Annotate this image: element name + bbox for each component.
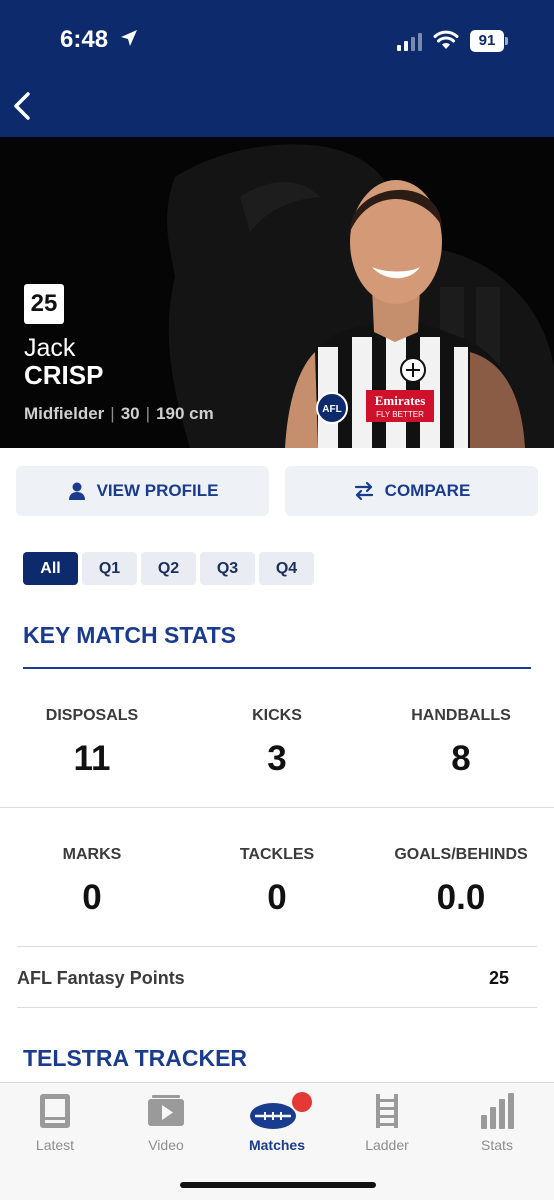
status-time: 6:48 [60,26,109,53]
location-arrow-icon [121,30,137,46]
stat-handballs: HANDBALLS 8 [369,707,553,779]
fantasy-points-label: AFL Fantasy Points [17,968,185,988]
tab-matches[interactable]: Matches [222,1091,332,1153]
back-chevron-icon[interactable] [8,88,40,124]
sponsor-text: Emirates [375,393,426,408]
tab-latest[interactable]: Latest [0,1091,110,1153]
stat-value: 0.0 [436,878,486,917]
sponsor-tagline: FLY BETTER [376,410,424,419]
section-underline [23,667,531,669]
player-hero: Emirates FLY BETTER AFL [0,137,554,448]
stat-disposals: DISPOSALS 11 [0,707,184,779]
stat-goals-behinds: GOALS/BEHINDS 0.0 [369,846,553,918]
quarter-tab-q1[interactable]: Q1 [82,552,137,585]
stat-label: GOALS/BEHINDS [394,846,528,863]
meta-separator: | [145,404,151,423]
tab-label: Ladder [365,1137,409,1153]
quarter-tab-all[interactable]: All [23,552,78,585]
ladder-icon [376,1094,398,1128]
stat-label: TACKLES [239,846,315,863]
quarter-tab-q2[interactable]: Q2 [141,552,196,585]
wifi-icon [433,30,459,49]
battery-tip [505,37,508,45]
stat-label: MARKS [62,846,122,863]
player-photo: Emirates FLY BETTER AFL [167,144,554,448]
jersey-number: 25 [24,284,64,324]
stats-divider [17,946,537,947]
notification-dot [292,1092,312,1112]
battery-indicator: 91 [470,30,504,52]
home-indicator[interactable] [180,1182,376,1188]
stat-tackles: TACKLES 0 [185,846,369,918]
tab-stats[interactable]: Stats [442,1091,552,1153]
telstra-tracker-title: TELSTRA TRACKER [23,1045,248,1071]
tab-ladder[interactable]: Ladder [332,1091,442,1153]
player-height: 190 cm [156,404,214,423]
stat-value: 0 [267,878,287,917]
swap-arrows-icon [354,481,373,501]
player-age: 30 [120,404,140,423]
tab-label: Video [148,1137,184,1153]
stat-label: HANDBALLS [411,707,511,724]
stat-value: 3 [267,739,287,778]
person-icon [68,482,85,500]
cellular-signal-icon [397,33,422,51]
tab-label: Stats [481,1137,513,1153]
view-profile-label: VIEW PROFILE [96,481,219,500]
app-header: 6:48 91 [0,0,554,137]
player-last-name: CRISP [24,360,104,390]
stat-value: 11 [73,739,111,778]
key-match-stats-title: KEY MATCH STATS [23,622,236,648]
tab-video[interactable]: Video [111,1091,221,1153]
video-icon [148,1095,184,1126]
tab-label: Matches [248,1137,306,1153]
fantasy-points-value: 25 [488,968,509,988]
matches-football-icon [250,1092,312,1129]
view-profile-button[interactable]: VIEW PROFILE [16,466,269,516]
player-meta: Midfielder | 30 | 190 cm [24,404,214,424]
stats-bar-icon [481,1093,514,1129]
stats-divider [17,1007,537,1008]
compare-button[interactable]: COMPARE [285,466,538,516]
meta-separator: | [110,404,115,423]
stat-value: 0 [82,878,102,917]
stat-value: 8 [451,739,471,778]
quarter-tab-q4[interactable]: Q4 [259,552,314,585]
tab-label: Latest [35,1137,75,1153]
stats-divider [0,807,554,808]
player-first-name: Jack [24,334,76,362]
quarter-filter: All Q1 Q2 Q3 Q4 [23,552,314,585]
stat-kicks: KICKS 3 [185,707,369,779]
quarter-tab-q3[interactable]: Q3 [200,552,255,585]
afl-logo-text: AFL [322,404,341,415]
stat-label: KICKS [252,707,302,724]
compare-label: COMPARE [384,481,471,500]
stat-marks: MARKS 0 [0,846,184,918]
stat-label: DISPOSALS [45,707,139,724]
player-position: Midfielder [24,404,105,423]
latest-icon [40,1094,70,1128]
